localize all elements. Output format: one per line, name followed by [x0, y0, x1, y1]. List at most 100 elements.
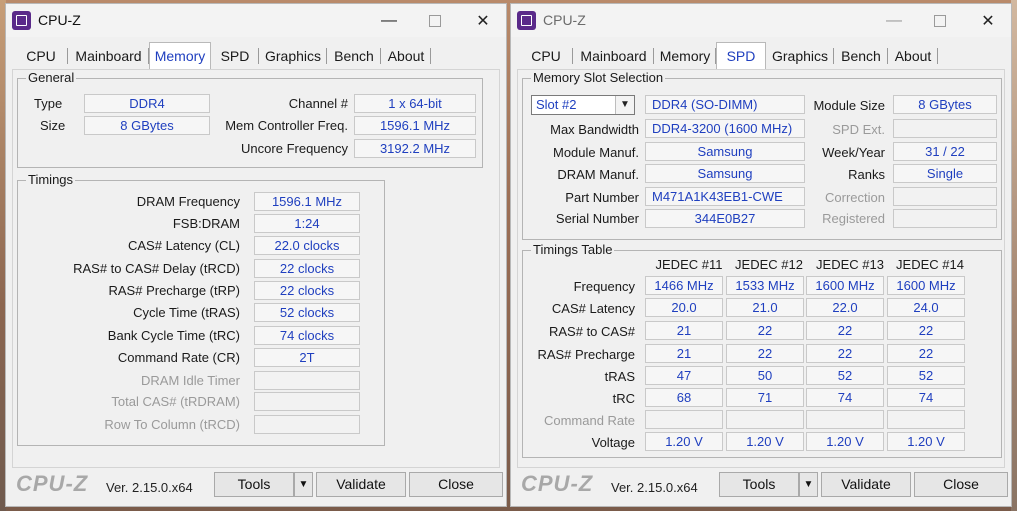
close-window-button[interactable]: ✕	[965, 4, 1011, 37]
table-cell: 47	[645, 366, 723, 385]
tools-dropdown-icon[interactable]: ▼	[294, 472, 313, 497]
table-cell: 22	[887, 344, 965, 363]
tab-mainboard[interactable]: Mainboard	[68, 45, 149, 68]
footer-bar: CPU-Z Ver. 2.15.0.x64 Tools ▼ Validate C…	[511, 468, 1011, 506]
row-label: CAS# Latency	[551, 301, 635, 316]
tab-memory[interactable]: Memory	[654, 45, 716, 68]
timing-label: Total CAS# (tRDRAM)	[111, 394, 240, 409]
validate-button[interactable]: Validate	[316, 472, 406, 497]
memory-slot-group-title: Memory Slot Selection	[531, 70, 666, 85]
tools-dropdown-icon[interactable]: ▼	[799, 472, 818, 497]
table-cell: 1.20 V	[726, 432, 804, 451]
timing-label: Command Rate (CR)	[117, 350, 240, 365]
timings-table-title: Timings Table	[531, 242, 615, 257]
module-manuf-label: Module Manuf.	[553, 145, 639, 160]
version-text: Ver. 2.15.0.x64	[106, 480, 193, 495]
chevron-down-icon[interactable]: ▼	[615, 96, 634, 114]
table-cell: 24.0	[887, 298, 965, 317]
cpuz-window-spd[interactable]: CPU-Z — ✕ CPU Mainboard Memory SPD Graph…	[510, 3, 1012, 507]
cpuz-app-icon	[12, 11, 31, 30]
close-button[interactable]: Close	[914, 472, 1008, 497]
row-label: RAS# Precharge	[537, 347, 635, 362]
table-cell: 1600 MHz	[806, 276, 884, 295]
row-label: tRAS	[604, 369, 635, 384]
timing-value: 1:24	[254, 214, 360, 233]
table-cell: 1466 MHz	[645, 276, 723, 295]
tools-button[interactable]: Tools	[214, 472, 294, 497]
tab-about[interactable]: About	[381, 45, 431, 68]
minimize-button[interactable]: —	[366, 4, 412, 37]
tab-graphics[interactable]: Graphics	[259, 45, 327, 68]
timing-label: DRAM Frequency	[136, 194, 240, 209]
timing-value	[254, 371, 360, 390]
title-bar[interactable]: CPU-Z — ✕	[6, 4, 506, 37]
maximize-button[interactable]	[917, 4, 963, 37]
timing-value: 22 clocks	[254, 281, 360, 300]
timing-value: 1596.1 MHz	[254, 192, 360, 211]
uncore-label: Uncore Frequency	[241, 141, 348, 156]
slot-select[interactable]: Slot #2 ▼	[531, 95, 635, 115]
tab-about[interactable]: About	[888, 45, 938, 68]
spd-ext-value	[893, 119, 997, 138]
channel-label: Channel #	[288, 96, 348, 111]
close-window-button[interactable]: ✕	[460, 4, 506, 37]
cpuz-app-icon	[517, 11, 536, 30]
timing-label: FSB:DRAM	[172, 216, 240, 231]
dram-manuf-label: DRAM Manuf.	[557, 167, 639, 182]
column-header: JEDEC #12	[735, 257, 803, 272]
table-cell: 22	[726, 344, 804, 363]
tab-cpu[interactable]: CPU	[14, 45, 68, 68]
max-bandwidth-label: Max Bandwidth	[550, 122, 639, 137]
table-cell: 1.20 V	[806, 432, 884, 451]
row-label: tRC	[612, 391, 635, 406]
timings-group-title: Timings	[26, 172, 76, 187]
validate-button[interactable]: Validate	[821, 472, 911, 497]
timing-value: 22 clocks	[254, 259, 360, 278]
table-cell: 22	[726, 321, 804, 340]
window-title: CPU-Z	[543, 12, 586, 28]
tab-spd[interactable]: SPD	[716, 42, 766, 69]
table-cell: 22	[887, 321, 965, 340]
part-number-value: M471A1K43EB1-CWE	[645, 187, 805, 206]
row-label: Command Rate	[543, 413, 635, 428]
maximize-button[interactable]	[412, 4, 458, 37]
correction-label: Correction	[825, 190, 885, 205]
tab-bench[interactable]: Bench	[327, 45, 381, 68]
footer-bar: CPU-Z Ver. 2.15.0.x64 Tools ▼ Validate C…	[6, 468, 506, 506]
table-cell: 52	[806, 366, 884, 385]
close-button[interactable]: Close	[409, 472, 503, 497]
tab-bench[interactable]: Bench	[834, 45, 888, 68]
size-label: Size	[40, 118, 66, 133]
table-cell: 52	[887, 366, 965, 385]
row-label: RAS# to CAS#	[549, 324, 635, 339]
week-year-label: Week/Year	[822, 145, 885, 160]
channel-value: 1 x 64-bit	[354, 94, 476, 113]
tools-button[interactable]: Tools	[719, 472, 799, 497]
tab-cpu[interactable]: CPU	[519, 45, 573, 68]
module-manuf-value: Samsung	[645, 142, 805, 161]
ranks-label: Ranks	[848, 167, 885, 182]
registered-label: Registered	[822, 211, 885, 226]
spd-ext-label: SPD Ext.	[832, 122, 885, 137]
registered-value	[893, 209, 997, 228]
tab-mainboard[interactable]: Mainboard	[573, 45, 654, 68]
minimize-button[interactable]: —	[871, 4, 917, 37]
cpuz-window-memory[interactable]: CPU-Z — ✕ CPU Mainboard Memory SPD Graph…	[5, 3, 507, 507]
cpuz-brand-logo: CPU-Z	[16, 471, 89, 496]
table-cell: 21	[645, 344, 723, 363]
title-bar[interactable]: CPU-Z — ✕	[511, 4, 1011, 37]
tab-spd[interactable]: SPD	[211, 45, 259, 68]
ranks-value: Single	[893, 164, 997, 183]
timing-label: RAS# to CAS# Delay (tRCD)	[73, 261, 240, 276]
size-value: 8 GBytes	[84, 116, 210, 135]
column-header: JEDEC #14	[896, 257, 964, 272]
table-cell: 22	[806, 321, 884, 340]
table-cell	[645, 410, 723, 429]
table-cell: 50	[726, 366, 804, 385]
tab-graphics[interactable]: Graphics	[766, 45, 834, 68]
memory-slot-group: Memory Slot Selection Slot #2 ▼ DDR4 (SO…	[522, 70, 1002, 240]
correction-value	[893, 187, 997, 206]
tab-memory[interactable]: Memory	[149, 42, 211, 69]
timing-value: 52 clocks	[254, 303, 360, 322]
type-label: Type	[34, 96, 63, 111]
